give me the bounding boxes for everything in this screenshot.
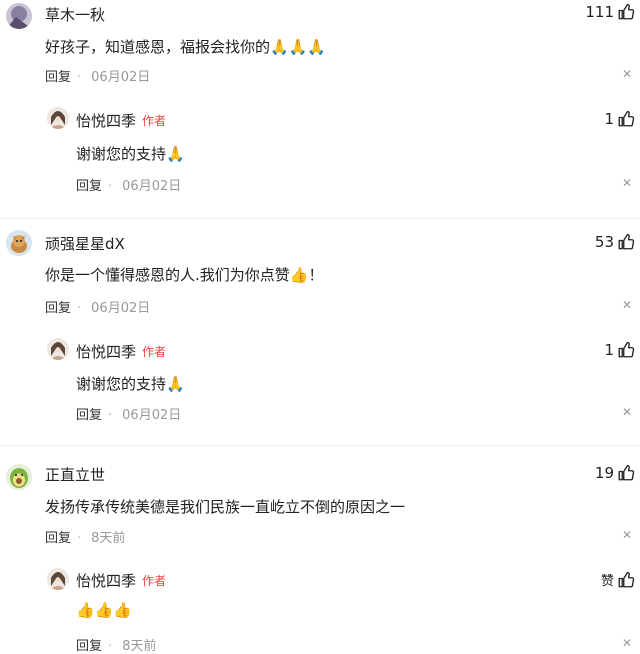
reply-username[interactable]: 怡悦四季	[76, 570, 136, 591]
reply-date: 06月02日	[122, 408, 182, 423]
reply-meta: 回复 · 06月02日	[76, 408, 182, 423]
like-count: 19	[594, 464, 614, 482]
thumbs-up-icon	[618, 571, 635, 587]
comment-meta: 回复 · 06月02日	[45, 301, 151, 316]
reply-date: 06月02日	[122, 179, 182, 194]
divider	[0, 218, 640, 219]
reply-button[interactable]: 回复	[76, 179, 102, 194]
reply-username[interactable]: 怡悦四季	[76, 341, 136, 362]
reply-button[interactable]: 回复	[45, 301, 71, 316]
like-count: 53	[594, 233, 614, 251]
divider	[0, 445, 640, 446]
reply-username[interactable]: 怡悦四季	[76, 110, 136, 131]
close-icon[interactable]: ✕	[622, 67, 632, 81]
comment-text: 好孩子，知道感恩，福报会找你的🙏🙏🙏	[45, 38, 327, 56]
reply-text: 谢谢您的支持🙏	[76, 375, 185, 393]
like-button[interactable]: 1	[604, 110, 635, 128]
reply-text: 👍👍👍	[76, 601, 133, 619]
author-tag: 作者	[142, 574, 167, 588]
close-icon[interactable]: ✕	[622, 176, 632, 190]
comment-meta: 回复 · 8天前	[45, 531, 126, 546]
like-button[interactable]: 19	[595, 464, 635, 482]
comment-date: 06月02日	[91, 70, 151, 85]
like-button[interactable]: 1	[604, 341, 635, 359]
close-icon[interactable]: ✕	[622, 298, 632, 312]
avatar[interactable]	[6, 3, 32, 29]
comment-username[interactable]: 正直立世	[45, 464, 105, 485]
comment-date: 06月02日	[91, 301, 151, 316]
close-icon[interactable]: ✕	[622, 405, 632, 419]
avatar[interactable]	[47, 107, 69, 129]
comment-username[interactable]: 顽强星星dX	[45, 233, 125, 254]
thumbs-up-icon	[618, 110, 635, 127]
comment-date: 8天前	[91, 531, 126, 546]
reply-meta: 回复 · 06月02日	[76, 179, 182, 194]
comment-text: 发扬传承传统美德是我们民族一直屹立不倒的原因之一	[45, 498, 406, 516]
like-button[interactable]: 赞	[601, 570, 635, 589]
reply-button[interactable]: 回复	[45, 70, 71, 85]
like-count: 1	[604, 341, 614, 359]
like-button[interactable]: 53	[595, 233, 635, 251]
avatar[interactable]	[47, 568, 69, 590]
close-icon[interactable]: ✕	[622, 636, 632, 650]
thumbs-up-icon	[618, 3, 635, 20]
comment-text: 你是一个懂得感恩的人.我们为你点赞👍！	[45, 266, 324, 284]
reply-button[interactable]: 回复	[76, 639, 102, 654]
reply-date: 8天前	[122, 639, 157, 654]
avatar[interactable]	[47, 338, 69, 360]
reply-meta: 回复 · 8天前	[76, 639, 157, 654]
like-count: 111	[585, 3, 614, 21]
author-tag: 作者	[142, 114, 167, 128]
thumbs-up-icon	[618, 341, 635, 358]
comment-meta: 回复 · 06月02日	[45, 70, 151, 85]
close-icon[interactable]: ✕	[622, 528, 632, 542]
like-count: 1	[604, 110, 614, 128]
author-tag: 作者	[142, 345, 167, 359]
thumbs-up-icon	[618, 233, 635, 250]
avatar[interactable]	[6, 230, 32, 256]
reply-text: 谢谢您的支持🙏	[76, 145, 185, 163]
avatar[interactable]	[6, 464, 32, 490]
reply-button[interactable]: 回复	[76, 408, 102, 423]
like-count: 赞	[600, 574, 614, 589]
like-button[interactable]: 111	[585, 3, 635, 21]
reply-button[interactable]: 回复	[45, 531, 71, 546]
thumbs-up-icon	[618, 464, 635, 481]
comment-username[interactable]: 草木一秋	[45, 4, 105, 25]
